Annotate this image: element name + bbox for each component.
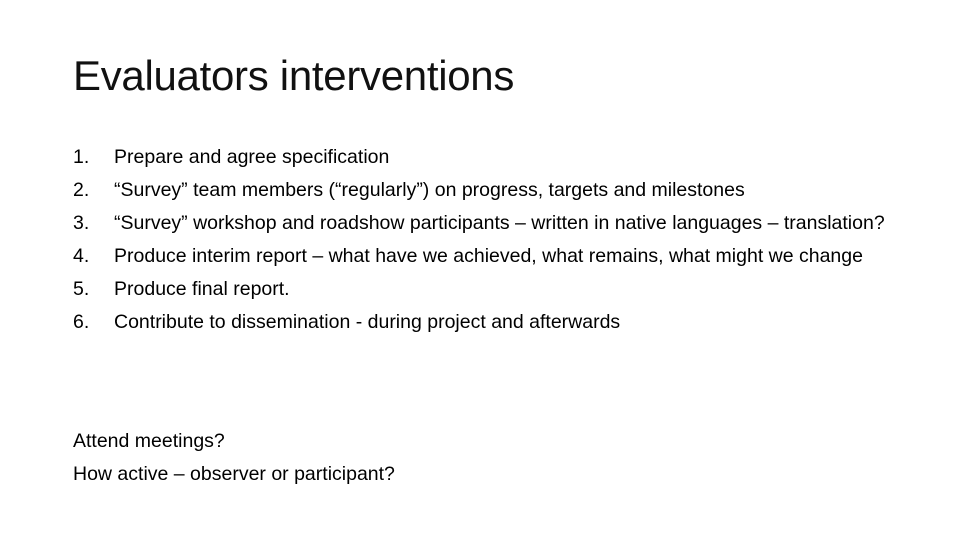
- list-item: 3. “Survey” workshop and roadshow partic…: [73, 212, 893, 235]
- list-item-number: 6.: [73, 311, 90, 333]
- list-item-number: 5.: [73, 278, 90, 300]
- list-item-number: 2.: [73, 179, 90, 201]
- note-line: How active – observer or participant?: [73, 463, 395, 485]
- list-item-text: Produce interim report – what have we ac…: [114, 245, 863, 267]
- list-item: 6. Contribute to dissemination - during …: [73, 311, 893, 334]
- list-item-text: Contribute to dissemination - during pro…: [114, 311, 621, 333]
- list-item-text: Produce final report.: [114, 278, 290, 300]
- list-item-text: Prepare and agree specification: [114, 146, 390, 168]
- list-item-text: “Survey” team members (“regularly”) on p…: [114, 179, 745, 201]
- list-item-text: “Survey” workshop and roadshow participa…: [114, 212, 885, 234]
- intervention-list: 1. Prepare and agree specification 2. “S…: [73, 146, 893, 344]
- note-line: Attend meetings?: [73, 430, 225, 452]
- closing-questions: Attend meetings? How active – observer o…: [73, 425, 395, 491]
- list-item: 1. Prepare and agree specification: [73, 146, 893, 169]
- list-item: 4. Produce interim report – what have we…: [73, 245, 893, 268]
- list-item-number: 3.: [73, 212, 90, 234]
- list-item: 2. “Survey” team members (“regularly”) o…: [73, 179, 893, 202]
- list-item: 5. Produce final report.: [73, 278, 893, 301]
- list-item-number: 4.: [73, 245, 90, 267]
- slide-title: Evaluators interventions: [73, 52, 515, 99]
- list-item-number: 1.: [73, 146, 90, 168]
